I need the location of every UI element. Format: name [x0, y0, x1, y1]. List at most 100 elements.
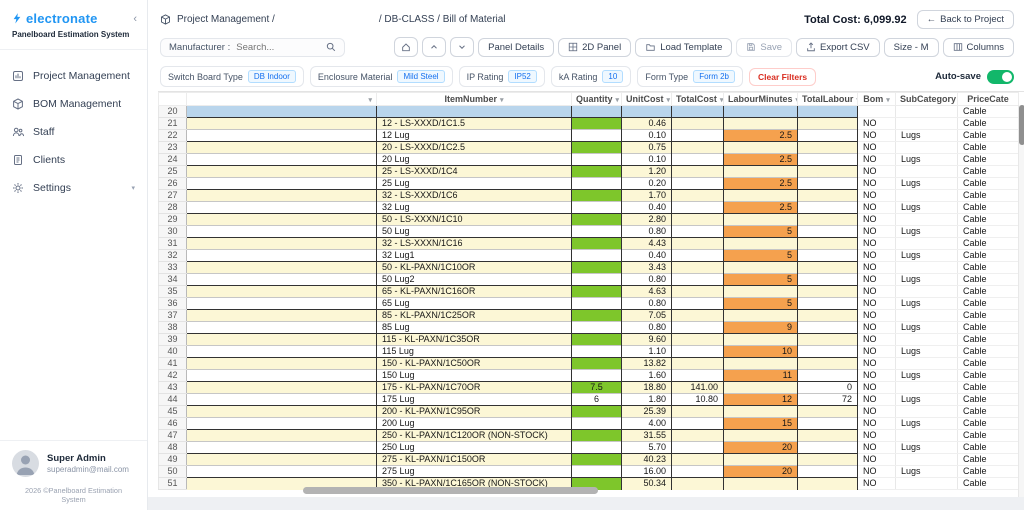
cell-rownum[interactable]: 41	[158, 357, 187, 370]
cell-subcategory[interactable]	[895, 213, 958, 226]
cell-subcategory[interactable]	[895, 117, 958, 130]
cell-subcategory[interactable]: Lugs	[895, 129, 958, 142]
cell-itemnumber[interactable]: 115 Lug	[376, 345, 572, 358]
cell-quantity[interactable]	[571, 441, 622, 454]
cell-quantity[interactable]	[571, 153, 622, 166]
cell-description[interactable]	[186, 189, 377, 202]
cell-unitcost[interactable]: 18.80	[621, 381, 672, 394]
cell-quantity[interactable]	[571, 369, 622, 382]
cell-totalcost[interactable]	[671, 477, 724, 490]
cell-quantity[interactable]	[571, 189, 622, 202]
cell-quantity[interactable]	[571, 357, 622, 370]
cell-subcategory[interactable]: Lugs	[895, 321, 958, 334]
cell-totalcost[interactable]	[671, 153, 724, 166]
cell-pricecate[interactable]: Cable	[957, 345, 1019, 358]
cell-unitcost[interactable]: 50.34	[621, 477, 672, 490]
cell-bom[interactable]: NO	[857, 321, 896, 334]
cell-unitcost[interactable]: 3.43	[621, 261, 672, 274]
cell-pricecate[interactable]: Cable	[957, 141, 1019, 154]
cell-description[interactable]	[186, 309, 377, 322]
cell-subcategory[interactable]: Lugs	[895, 153, 958, 166]
cell-rownum[interactable]: 27	[158, 189, 187, 202]
cell-rownum[interactable]: 42	[158, 369, 187, 382]
cell-quantity[interactable]	[571, 321, 622, 334]
cell-quantity[interactable]	[571, 465, 622, 478]
cell-subcategory[interactable]	[895, 357, 958, 370]
cell-subcategory[interactable]: Lugs	[895, 273, 958, 286]
cell-unitcost[interactable]: 1.10	[621, 345, 672, 358]
cell-itemnumber[interactable]: 85 - KL-PAXN/1C25OR	[376, 309, 572, 322]
cell-totallabour[interactable]	[797, 273, 858, 286]
cell-rownum[interactable]: 20	[158, 105, 187, 118]
cell-labourminutes[interactable]	[723, 237, 798, 250]
cell-description[interactable]	[186, 381, 377, 394]
cell-totallabour[interactable]	[797, 201, 858, 214]
cell-totallabour[interactable]	[797, 297, 858, 310]
cell-bom[interactable]: NO	[857, 285, 896, 298]
search-icon[interactable]	[326, 42, 336, 52]
cell-quantity[interactable]	[571, 417, 622, 430]
cell-description[interactable]	[186, 117, 377, 130]
cell-totalcost[interactable]	[671, 105, 724, 118]
cell-rownum[interactable]: 23	[158, 141, 187, 154]
cell-rownum[interactable]: 51	[158, 477, 187, 490]
cell-rownum[interactable]: 34	[158, 273, 187, 286]
cell-totalcost[interactable]	[671, 261, 724, 274]
cell-subcategory[interactable]	[895, 429, 958, 442]
cell-itemnumber[interactable]: 275 - KL-PAXN/1C150OR	[376, 453, 572, 466]
cell-bom[interactable]: NO	[857, 465, 896, 478]
cell-description[interactable]	[186, 357, 377, 370]
cell-labourminutes[interactable]	[723, 333, 798, 346]
cell-quantity[interactable]	[571, 345, 622, 358]
cell-pricecate[interactable]: Cable	[957, 429, 1019, 442]
cell-quantity[interactable]	[571, 117, 622, 130]
cell-subcategory[interactable]: Lugs	[895, 249, 958, 262]
cell-unitcost[interactable]: 5.70	[621, 441, 672, 454]
cell-quantity[interactable]	[571, 237, 622, 250]
cell-subcategory[interactable]	[895, 309, 958, 322]
cell-labourminutes[interactable]	[723, 189, 798, 202]
cell-totalcost[interactable]	[671, 465, 724, 478]
cell-pricecate[interactable]: Cable	[957, 405, 1019, 418]
cell-pricecate[interactable]: Cable	[957, 333, 1019, 346]
cell-totallabour[interactable]	[797, 309, 858, 322]
cell-bom[interactable]: NO	[857, 141, 896, 154]
cell-bom[interactable]: NO	[857, 273, 896, 286]
cell-totallabour[interactable]	[797, 465, 858, 478]
cell-unitcost[interactable]: 31.55	[621, 429, 672, 442]
cell-rownum[interactable]: 50	[158, 465, 187, 478]
cell-rownum[interactable]: 49	[158, 453, 187, 466]
cell-description[interactable]	[186, 297, 377, 310]
cell-pricecate[interactable]: Cable	[957, 417, 1019, 430]
cell-unitcost[interactable]: 0.80	[621, 297, 672, 310]
cell-labourminutes[interactable]	[723, 117, 798, 130]
cell-description[interactable]	[186, 405, 377, 418]
cell-bom[interactable]: NO	[857, 309, 896, 322]
cell-pricecate[interactable]: Cable	[957, 273, 1019, 286]
cell-subcategory[interactable]	[895, 477, 958, 490]
cell-unitcost[interactable]: 0.40	[621, 201, 672, 214]
cell-bom[interactable]: NO	[857, 369, 896, 382]
cell-subcategory[interactable]: Lugs	[895, 369, 958, 382]
cell-bom[interactable]: NO	[857, 417, 896, 430]
cell-totallabour[interactable]	[797, 357, 858, 370]
export-csv-button[interactable]: Export CSV	[796, 37, 880, 57]
filter-chip-switch-board-type[interactable]: Switch Board Type DB Indoor	[160, 66, 304, 87]
cell-itemnumber[interactable]: 20 - LS-XXXD/1C2.5	[376, 141, 572, 154]
cell-unitcost[interactable]: 16.00	[621, 465, 672, 478]
cell-itemnumber[interactable]: 12 - LS-XXXD/1C1.5	[376, 117, 572, 130]
cell-pricecate[interactable]: Cable	[957, 309, 1019, 322]
cell-pricecate[interactable]: Cable	[957, 189, 1019, 202]
cell-totalcost[interactable]	[671, 117, 724, 130]
cell-quantity[interactable]	[571, 225, 622, 238]
cell-subcategory[interactable]	[895, 405, 958, 418]
sort-caret-icon[interactable]: ▾	[667, 97, 671, 104]
cell-description[interactable]	[186, 453, 377, 466]
cell-unitcost[interactable]: 2.80	[621, 213, 672, 226]
cell-totallabour[interactable]	[797, 129, 858, 142]
cell-pricecate[interactable]: Cable	[957, 453, 1019, 466]
cell-rownum[interactable]: 33	[158, 261, 187, 274]
cell-pricecate[interactable]: Cable	[957, 177, 1019, 190]
cell-quantity[interactable]	[571, 309, 622, 322]
vertical-scrollbar-thumb[interactable]	[1019, 105, 1024, 145]
